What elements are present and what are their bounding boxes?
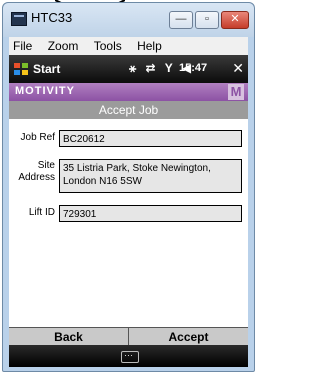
site-address-field[interactable]: 35 Listria Park, Stoke Newington, London… — [59, 159, 242, 193]
site-address-line1: 35 Listria Park, Stoke Newington, — [63, 163, 211, 174]
window-titlebar: HTC33 — ▫ ✕ — [3, 3, 254, 37]
site-label-line2: Address — [18, 172, 55, 183]
job-ref-field[interactable]: BC20612 — [59, 130, 242, 147]
lift-id-label: Lift ID — [28, 207, 55, 218]
job-form: Job Ref BC20612 Site Address 35 Listria … — [9, 119, 248, 327]
device-icon — [11, 12, 27, 26]
device-screen: Start ⚹ ⇄ Y ◀ 15:47 ✕ MOTIVITY M Accept … — [9, 55, 248, 367]
soft-key-bar — [9, 345, 248, 367]
menu-file[interactable]: File — [13, 37, 32, 55]
menu-zoom[interactable]: Zoom — [48, 37, 79, 55]
accept-button[interactable]: Accept — [129, 328, 248, 346]
menu-bar: File Zoom Tools Help — [9, 37, 248, 55]
site-address-line2: London N16 5SW — [63, 176, 142, 187]
lift-id-field[interactable]: 729301 — [59, 205, 242, 222]
close-icon[interactable]: ✕ — [232, 60, 244, 77]
status-bar: Start ⚹ ⇄ Y ◀ 15:47 ✕ — [9, 55, 248, 83]
site-label-line1: Site — [37, 160, 55, 171]
window-title: HTC33 — [31, 10, 73, 25]
start-label[interactable]: Start — [33, 62, 60, 76]
job-ref-label: Job Ref — [20, 132, 55, 143]
brand-name: MOTIVITY — [15, 85, 75, 97]
clock[interactable]: 15:47 — [179, 62, 207, 74]
menu-help[interactable]: Help — [137, 37, 162, 55]
brand-logo-icon: M — [228, 84, 244, 100]
maximize-button[interactable]: ▫ — [195, 11, 219, 29]
keyboard-icon[interactable] — [121, 351, 139, 363]
brand-bar: MOTIVITY M — [9, 83, 248, 101]
action-bar: Back Accept — [9, 327, 248, 346]
windows-logo-icon[interactable] — [13, 61, 29, 77]
menu-tools[interactable]: Tools — [94, 37, 122, 55]
close-button[interactable]: ✕ — [221, 11, 249, 29]
page-title: Accept Job — [9, 101, 248, 119]
minimize-button[interactable]: — — [169, 11, 193, 29]
emulator-window: HTC33 — ▫ ✕ File Zoom Tools Help Start ⚹… — [2, 2, 255, 372]
back-button[interactable]: Back — [9, 328, 128, 346]
